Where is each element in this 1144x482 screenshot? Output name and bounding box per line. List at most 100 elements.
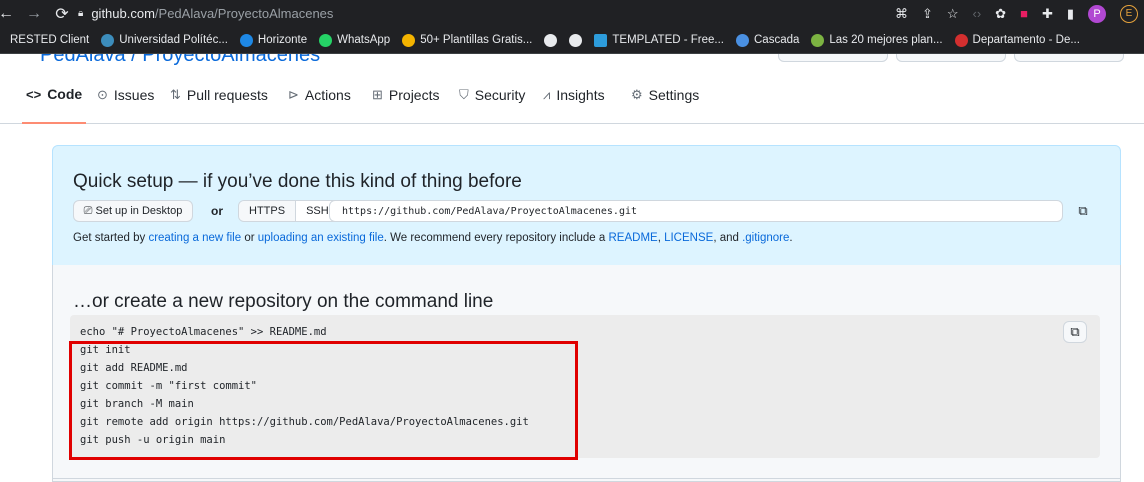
bookmark-label: Universidad Polítéc... (119, 34, 228, 46)
tab-label: Security (474, 87, 526, 103)
whatsapp-icon (319, 33, 333, 47)
github-icon (569, 33, 583, 47)
star-button[interactable] (1014, 54, 1124, 62)
pull-request-icon: ⇅ (170, 87, 181, 102)
bookmark-label: Las 20 mejores plan... (829, 34, 943, 46)
command-line-section: …or create a new repository on the comma… (52, 265, 1121, 482)
gear-icon: ⚙ (631, 87, 643, 102)
watch-button[interactable] (778, 54, 888, 62)
shield-icon: ⛉ (459, 87, 469, 102)
bookmark-label: Horizonte (257, 34, 308, 46)
share-icon[interactable]: ⇪ (922, 6, 933, 22)
tab-settings[interactable]: ⚙ Settings (631, 66, 699, 124)
bookmark-item[interactable] (569, 33, 583, 47)
quick-setup-panel: Quick setup — if you’ve done this kind o… (52, 145, 1121, 266)
hint-text: , and (713, 232, 743, 244)
setup-desktop-label: Set up in Desktop (95, 205, 183, 217)
license-link[interactable]: LICENSE (664, 232, 713, 244)
tab-pull-requests[interactable]: ⇅ Pull requests (170, 66, 268, 124)
bookmark-favicon-icon (402, 33, 416, 47)
command-code-block: echo "# ProyectoAlmacenes" >> README.md … (70, 315, 1100, 458)
tab-issues[interactable]: ⊙ Issues (97, 66, 154, 124)
bookmark-favicon-icon (736, 33, 749, 47)
tab-label: Projects (388, 87, 440, 103)
url-host: github.com (91, 5, 155, 21)
copy-icon: ⧉ (1078, 203, 1088, 218)
readme-link[interactable]: README (609, 232, 658, 244)
copy-icon: ⧉ (1070, 324, 1080, 339)
tab-label: Issues (113, 87, 155, 103)
setup-hint: Get started by creating a new file or up… (73, 232, 793, 244)
bookmark-item[interactable]: Las 20 mejores plan... (811, 33, 943, 47)
extension-gear-icon[interactable]: ✿ (995, 6, 1006, 22)
setup-desktop-button[interactable]: ⎚ Set up in Desktop (73, 200, 193, 222)
back-icon[interactable]: ← (0, 5, 16, 23)
bookmark-label: WhatsApp (337, 34, 391, 46)
tab-label: Insights (556, 87, 605, 103)
hint-text: . (789, 232, 793, 244)
address-bar[interactable]: 🔒︎ github.com /PedAlava/ProyectoAlmacene… (78, 1, 846, 25)
hint-text: Get started by (73, 232, 149, 244)
bookmark-favicon-icon (239, 33, 253, 47)
bookmark-label: RESTED Client (10, 34, 90, 46)
code-ext-icon[interactable]: ‹› (973, 6, 982, 21)
copy-url-button[interactable]: ⧉ (1071, 200, 1095, 222)
bookmark-label: Cascada (754, 34, 800, 46)
play-icon: ⊳ (288, 87, 299, 102)
code-icon: <> (26, 86, 42, 102)
upload-file-link[interactable]: uploading an existing file (258, 232, 384, 244)
extension-m-icon[interactable]: ■ (1020, 6, 1028, 21)
tab-label: Pull requests (186, 87, 268, 103)
gitignore-link[interactable]: .gitignore (742, 232, 789, 244)
bookmark-label: 50+ Plantillas Gratis... (420, 34, 533, 46)
tab-actions[interactable]: ⊳ Actions (288, 66, 351, 124)
tab-code[interactable]: <> Code (22, 66, 87, 124)
bookmark-item[interactable]: Universidad Polítéc... (101, 33, 228, 47)
https-button[interactable]: HTTPS (239, 201, 296, 221)
bookmark-item[interactable]: WhatsApp (319, 33, 391, 47)
bookmark-favicon-icon (594, 33, 608, 47)
bookmark-label: Departamento - De... (972, 34, 1080, 46)
bookmark-item[interactable]: Departamento - De... (954, 33, 1080, 47)
bookmarks-bar: RESTED Client Universidad Polítéc... Hor… (0, 27, 1144, 54)
copy-commands-button[interactable]: ⧉ (1063, 321, 1087, 343)
graph-icon: ⩘ (543, 87, 551, 102)
star-icon[interactable]: ☆ (947, 6, 959, 22)
divider (52, 478, 1121, 479)
bookmark-item[interactable]: 50+ Plantillas Gratis... (402, 33, 533, 47)
command-line-title: …or create a new repository on the comma… (73, 291, 494, 312)
profile-avatar-secondary[interactable]: E (1120, 4, 1138, 23)
tab-label: Settings (648, 87, 700, 103)
tab-insights[interactable]: ⩘ Insights (543, 66, 605, 124)
translate-icon[interactable]: ⌘ (895, 6, 908, 22)
fork-button[interactable] (896, 54, 1006, 62)
hint-text: . We recommend every repository include … (383, 232, 609, 244)
repo-header: PedAlava / ProyectoAlmacenes (0, 54, 1144, 66)
toolbar-icons: ⌘ ⇪ ☆ ‹› ✿ ■ ✚ ▮ P E (895, 0, 1144, 27)
bookmark-item[interactable] (544, 33, 558, 47)
desktop-icon: ⎚ (83, 204, 93, 217)
reload-icon[interactable]: ⟳ (52, 4, 72, 24)
hint-text: or (241, 232, 258, 244)
issue-icon: ⊙ (97, 87, 108, 102)
create-file-link[interactable]: creating a new file (148, 232, 241, 244)
bookmark-item[interactable]: RESTED Client (10, 34, 89, 46)
bookmark-item[interactable]: TEMPLATED - Free... (594, 33, 724, 47)
url-path: /PedAlava/ProyectoAlmacenes (154, 5, 334, 21)
github-icon (544, 33, 558, 47)
repo-title[interactable]: PedAlava / ProyectoAlmacenes (40, 54, 320, 66)
bookmark-item[interactable]: Cascada (736, 33, 800, 47)
repo-actions (778, 54, 1124, 62)
bookmark-label: TEMPLATED - Free... (612, 34, 724, 46)
sidepanel-icon[interactable]: ▮ (1067, 6, 1074, 22)
forward-icon[interactable]: → (24, 5, 44, 23)
clone-url-input[interactable]: https://github.com/PedAlava/ProyectoAlma… (329, 200, 1063, 222)
profile-avatar[interactable]: P (1088, 4, 1106, 23)
bookmark-item[interactable]: Horizonte (239, 33, 308, 47)
bookmark-favicon-icon (954, 33, 968, 47)
repo-nav: <> Code ⊙ Issues ⇅ Pull requests ⊳ Actio… (0, 66, 1144, 124)
tab-security[interactable]: ⛉ Security (459, 66, 525, 124)
lock-icon: 🔒︎ (78, 7, 84, 19)
puzzle-icon[interactable]: ✚ (1042, 6, 1053, 22)
tab-projects[interactable]: ⊞ Projects (372, 66, 439, 124)
